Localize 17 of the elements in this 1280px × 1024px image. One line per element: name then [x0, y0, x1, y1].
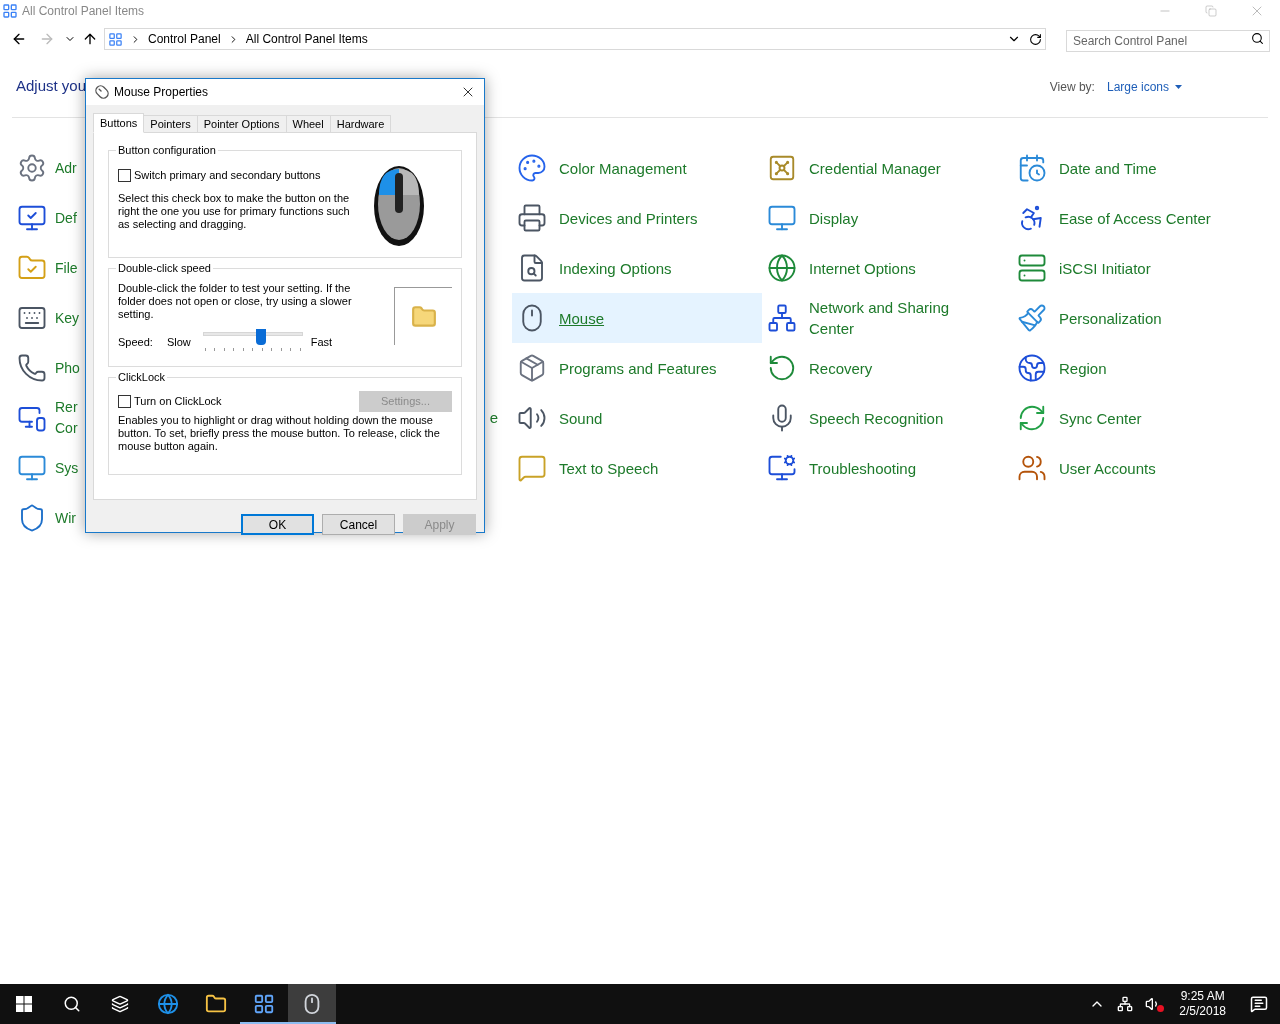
description-text: Select this check box to make the button on the right the one you use for primary functions such as selecting and dragging. [118, 191, 351, 231]
checkbox-label: Turn on ClickLock [134, 394, 222, 410]
description-text: Enables you to highlight or drag without holding down the mouse button. To set, briefly press the mouse button. To release, click the mouse button again. [118, 414, 441, 453]
clock-time: 9:25 AM [1180, 989, 1225, 1004]
window-title: All Control Panel Items [22, 3, 145, 20]
clock-date: 2/5/2018 [1179, 1004, 1226, 1019]
description-text: Double-click the folder to test your setting. If the folder does not open or close, try using a slower setting. [118, 282, 353, 321]
group-title: Double-click speed [116, 261, 213, 275]
speed-label: Speed: [118, 334, 153, 350]
group-title: Button configuration [116, 143, 218, 157]
slow-label: Slow [166, 334, 191, 350]
checkbox-label: Switch primary and secondary buttons [134, 168, 321, 183]
dialog-title: Mouse Properties [114, 84, 209, 101]
view-by-label: View by: [1049, 78, 1095, 96]
fast-label: Fast [310, 334, 333, 350]
page-heading: Adjust you [16, 76, 87, 97]
group-title: ClickLock [116, 370, 168, 384]
